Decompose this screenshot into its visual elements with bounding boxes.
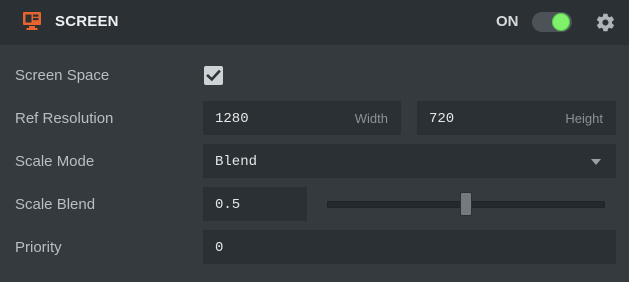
- scale-mode-dropdown[interactable]: Blend: [203, 144, 616, 178]
- resolution-width-value: 1280: [215, 111, 249, 127]
- screen-icon: [23, 12, 41, 30]
- scale-mode-label: Scale Mode: [15, 153, 95, 170]
- panel-title: SCREEN: [55, 13, 119, 30]
- gear-icon[interactable]: [595, 12, 616, 33]
- scale-blend-input[interactable]: 0.5: [203, 187, 307, 221]
- priority-input[interactable]: 0: [203, 230, 616, 264]
- chevron-down-icon: [591, 159, 601, 165]
- resolution-width-input[interactable]: 1280 Width: [203, 101, 401, 135]
- resolution-height-suffix: Height: [565, 111, 603, 126]
- scale-blend-value: 0.5: [215, 197, 241, 213]
- scale-mode-value: Blend: [215, 154, 258, 170]
- ref-resolution-label: Ref Resolution: [15, 110, 114, 127]
- checkmark-icon: [206, 69, 221, 82]
- resolution-width-suffix: Width: [354, 111, 388, 126]
- priority-value: 0: [215, 240, 224, 256]
- enable-toggle[interactable]: [532, 12, 572, 32]
- screen-component-panel: SCREEN ON Screen Space Ref Resolution 12…: [0, 0, 629, 282]
- scale-blend-label: Scale Blend: [15, 196, 96, 213]
- resolution-height-input[interactable]: 720 Height: [417, 101, 616, 135]
- toggle-state-label: ON: [496, 13, 519, 30]
- toggle-knob: [552, 13, 570, 31]
- scale-blend-slider-handle[interactable]: [460, 192, 472, 216]
- panel-header: SCREEN ON: [0, 0, 629, 45]
- resolution-height-value: 720: [429, 111, 455, 127]
- screen-space-checkbox[interactable]: [204, 66, 223, 85]
- priority-label: Priority: [15, 239, 62, 256]
- screen-space-label: Screen Space: [15, 67, 110, 84]
